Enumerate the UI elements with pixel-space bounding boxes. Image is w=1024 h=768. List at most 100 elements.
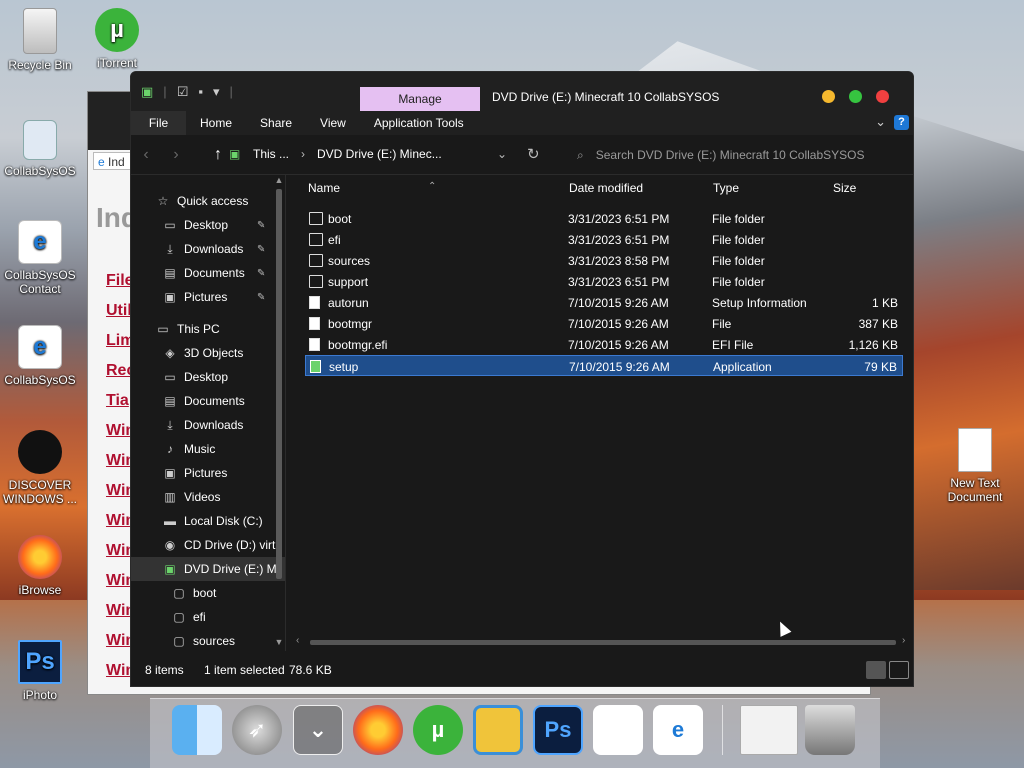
breadcrumb-dvd-drive[interactable]: DVD Drive (E:) Minec... bbox=[317, 147, 442, 161]
desktop-icon-recycle-bin[interactable]: Recycle Bin bbox=[0, 8, 80, 72]
scroll-down-arrow-icon[interactable]: ▼ bbox=[273, 637, 285, 647]
tab-application-tools[interactable]: Application Tools bbox=[360, 111, 478, 135]
address-history-chevron-icon[interactable]: ⌄ bbox=[497, 147, 507, 161]
background-link[interactable]: Util bbox=[106, 302, 132, 320]
nav-item[interactable]: ▤ Documents ✎ bbox=[131, 261, 285, 285]
background-window-tab[interactable]: e Ind bbox=[93, 152, 133, 170]
utorrent-icon[interactable]: µ bbox=[413, 705, 463, 755]
column-type[interactable]: Type bbox=[713, 181, 739, 195]
file-row[interactable]: support 3/31/2023 6:51 PM File folder bbox=[305, 271, 903, 292]
nav-item[interactable]: ▬ Local Disk (C:) bbox=[131, 509, 285, 533]
desktop-icon-ibrowse[interactable]: iBrowse bbox=[0, 535, 80, 597]
finder-icon[interactable] bbox=[172, 705, 222, 755]
recycle-bin-icon bbox=[23, 8, 57, 54]
nav-item[interactable]: ▢ efi bbox=[131, 605, 285, 629]
file-explorer-window[interactable]: ▣ | ☑ ▪ ▾ | Manage DVD Drive (E:) Minecr… bbox=[130, 71, 914, 687]
nav-item[interactable]: ⤓ Downloads bbox=[131, 413, 285, 437]
large-icons-view-button[interactable] bbox=[889, 661, 909, 679]
desktop-icon-collabsysos-ie[interactable]: e CollabSysOS bbox=[0, 325, 80, 387]
nav-item[interactable]: ◈ 3D Objects bbox=[131, 341, 285, 365]
close-button[interactable] bbox=[876, 90, 889, 103]
nav-item-label: DVD Drive (E:) M bbox=[184, 562, 277, 576]
nav-item-label: Documents bbox=[184, 394, 245, 408]
background-link[interactable]: Tia bbox=[106, 392, 129, 410]
tab-home[interactable]: Home bbox=[186, 111, 246, 135]
column-size[interactable]: Size bbox=[833, 181, 856, 195]
file-row[interactable]: setup 7/10/2015 9:26 AM Application 79 KB bbox=[305, 355, 903, 376]
column-date-modified[interactable]: Date modified bbox=[569, 181, 643, 195]
file-row[interactable]: sources 3/31/2023 8:58 PM File folder bbox=[305, 250, 903, 271]
package-icon[interactable] bbox=[473, 705, 523, 755]
help-icon[interactable]: ? bbox=[894, 114, 909, 130]
downloads-stack-icon[interactable]: ⌄ bbox=[293, 705, 343, 755]
nav-item[interactable]: ▣ Pictures ✎ bbox=[131, 285, 285, 309]
photoshop-icon[interactable]: Ps bbox=[533, 705, 583, 755]
scroll-right-arrow-icon[interactable]: › bbox=[902, 635, 905, 646]
refresh-icon[interactable]: ↻ bbox=[527, 145, 540, 163]
nav-item[interactable]: ⤓ Downloads ✎ bbox=[131, 237, 285, 261]
back-arrow-icon[interactable]: ‹ bbox=[131, 146, 161, 164]
launchpad-icon[interactable]: ➶ bbox=[232, 705, 282, 755]
apple-icon[interactable] bbox=[593, 705, 643, 755]
window-preview-icon[interactable] bbox=[740, 705, 798, 755]
minimize-button[interactable] bbox=[822, 90, 835, 103]
internet-explorer-icon[interactable]: e bbox=[653, 705, 703, 755]
desktop-icon-collabsysos-contact[interactable]: e CollabSysOS Contact bbox=[0, 220, 80, 296]
trash-icon[interactable] bbox=[805, 705, 855, 755]
details-view-button[interactable] bbox=[866, 661, 886, 679]
forward-arrow-icon[interactable]: › bbox=[161, 146, 191, 164]
desktop-icon-iphoto[interactable]: Ps iPhoto bbox=[0, 640, 80, 702]
scroll-up-arrow-icon[interactable]: ▲ bbox=[273, 175, 285, 185]
new-folder-icon[interactable]: ▪ bbox=[198, 84, 203, 99]
nav-item[interactable]: ▭ This PC bbox=[131, 317, 285, 341]
nav-item[interactable]: ▣ Pictures bbox=[131, 461, 285, 485]
nav-item[interactable]: ▭ Desktop ✎ bbox=[131, 213, 285, 237]
tab-share[interactable]: Share bbox=[246, 111, 306, 135]
nav-item[interactable]: ▢ sources bbox=[131, 629, 285, 651]
chevron-down-icon[interactable]: ▾ bbox=[213, 84, 220, 100]
maximize-button[interactable] bbox=[849, 90, 862, 103]
desktop-icon-discover-windows[interactable]: DISCOVER WINDOWS ... bbox=[0, 430, 80, 506]
ribbon-tabs: File Home Share View Application Tools ⌄… bbox=[131, 111, 913, 135]
file-row[interactable]: bootmgr 7/10/2015 9:26 AM File 387 KB bbox=[305, 313, 903, 334]
breadcrumb-this-pc[interactable]: This ... bbox=[253, 147, 289, 161]
firefox-icon bbox=[18, 535, 62, 579]
horizontal-scrollbar[interactable]: ‹ › bbox=[296, 635, 910, 647]
pictures-icon: ▣ bbox=[164, 466, 176, 480]
breadcrumb[interactable]: ▣ This ... › DVD Drive (E:) Minec... bbox=[229, 147, 442, 161]
scrollbar-thumb[interactable] bbox=[276, 189, 282, 579]
nav-item[interactable]: ☆ Quick access bbox=[131, 189, 285, 213]
nav-item[interactable]: ▢ boot bbox=[131, 581, 285, 605]
firefox-icon[interactable] bbox=[353, 705, 403, 755]
manage-tab[interactable]: Manage bbox=[360, 87, 480, 111]
nav-item[interactable]: ◉ CD Drive (D:) virt bbox=[131, 533, 285, 557]
file-row[interactable]: efi 3/31/2023 6:51 PM File folder bbox=[305, 229, 903, 250]
file-row[interactable]: autorun 7/10/2015 9:26 AM Setup Informatio… bbox=[305, 292, 903, 313]
title-bar[interactable]: ▣ | ☑ ▪ ▾ | Manage DVD Drive (E:) Minecr… bbox=[131, 72, 913, 111]
nav-item-label: efi bbox=[193, 610, 206, 624]
nav-item[interactable]: ▣ DVD Drive (E:) M bbox=[131, 557, 285, 581]
desktop-icon-collabsysos-folder[interactable]: CollabSysOS bbox=[0, 120, 80, 178]
search-box[interactable]: ⌕ Search DVD Drive (E:) Minecraft 10 Col… bbox=[571, 135, 913, 175]
dvd-icon: ▣ bbox=[164, 562, 176, 576]
expand-ribbon-chevron-icon[interactable]: ⌄ bbox=[875, 114, 886, 130]
desktop-icon-itorrent[interactable]: µ iTorrent bbox=[77, 8, 157, 70]
scrollbar-thumb[interactable] bbox=[310, 640, 896, 645]
desktop-icon-new-text-document[interactable]: New Text Document bbox=[935, 428, 1015, 504]
tab-view[interactable]: View bbox=[306, 111, 360, 135]
navigation-scrollbar[interactable]: ▲ ▼ bbox=[273, 175, 285, 651]
file-row[interactable]: bootmgr.efi 7/10/2015 9:26 AM EFI File 1,12… bbox=[305, 334, 903, 355]
nav-item[interactable]: ▥ Videos bbox=[131, 485, 285, 509]
properties-icon[interactable]: ☑ bbox=[177, 84, 189, 100]
dock-divider bbox=[722, 705, 723, 755]
column-name[interactable]: Name bbox=[308, 181, 340, 195]
file-row[interactable]: boot 3/31/2023 6:51 PM File folder bbox=[305, 208, 903, 229]
nav-item-label: Quick access bbox=[177, 194, 249, 208]
item-count: 8 items bbox=[145, 663, 184, 677]
nav-item[interactable]: ▤ Documents bbox=[131, 389, 285, 413]
desktop-icon-label: Recycle Bin bbox=[8, 58, 72, 72]
nav-item[interactable]: ♪ Music bbox=[131, 437, 285, 461]
nav-item[interactable]: ▭ Desktop bbox=[131, 365, 285, 389]
scroll-left-arrow-icon[interactable]: ‹ bbox=[296, 635, 299, 646]
tab-file[interactable]: File bbox=[131, 111, 186, 135]
